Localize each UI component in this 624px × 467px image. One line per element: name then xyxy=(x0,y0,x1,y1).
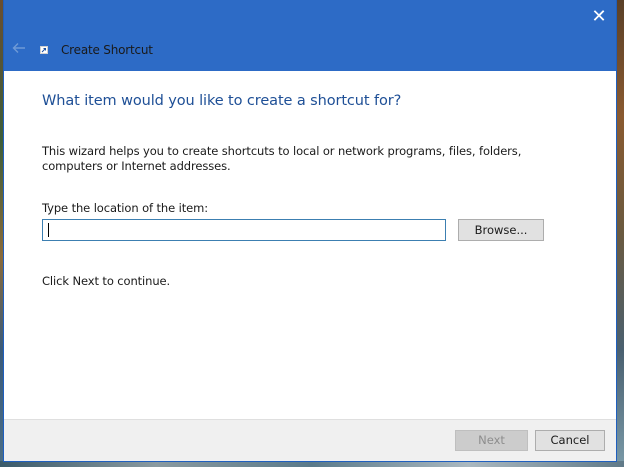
shortcut-icon xyxy=(40,46,48,54)
location-label: Type the location of the item: xyxy=(42,201,209,215)
next-button[interactable]: Next xyxy=(455,430,528,451)
window-title: Create Shortcut xyxy=(61,43,153,57)
create-shortcut-dialog: ✕ Create Shortcut What item would you li… xyxy=(4,0,616,461)
browse-button[interactable]: Browse... xyxy=(458,219,544,241)
back-button[interactable] xyxy=(11,40,27,56)
close-icon: ✕ xyxy=(591,6,607,27)
button-bar: Next Cancel xyxy=(4,419,616,461)
wizard-content: What item would you like to create a sho… xyxy=(4,71,616,419)
desktop-background: ✕ Create Shortcut What item would you li… xyxy=(0,0,624,467)
wallpaper-right-edge xyxy=(616,0,624,467)
wizard-description: This wizard helps you to create shortcut… xyxy=(42,144,522,173)
title-bar: ✕ Create Shortcut xyxy=(4,0,616,71)
close-button[interactable]: ✕ xyxy=(582,0,616,34)
wallpaper-bottom-edge xyxy=(0,461,624,467)
cancel-button[interactable]: Cancel xyxy=(535,430,605,451)
page-heading: What item would you like to create a sho… xyxy=(42,93,402,109)
text-caret xyxy=(48,223,49,237)
continue-instruction: Click Next to continue. xyxy=(42,274,171,288)
location-input[interactable] xyxy=(42,219,446,241)
back-arrow-icon xyxy=(12,43,25,53)
